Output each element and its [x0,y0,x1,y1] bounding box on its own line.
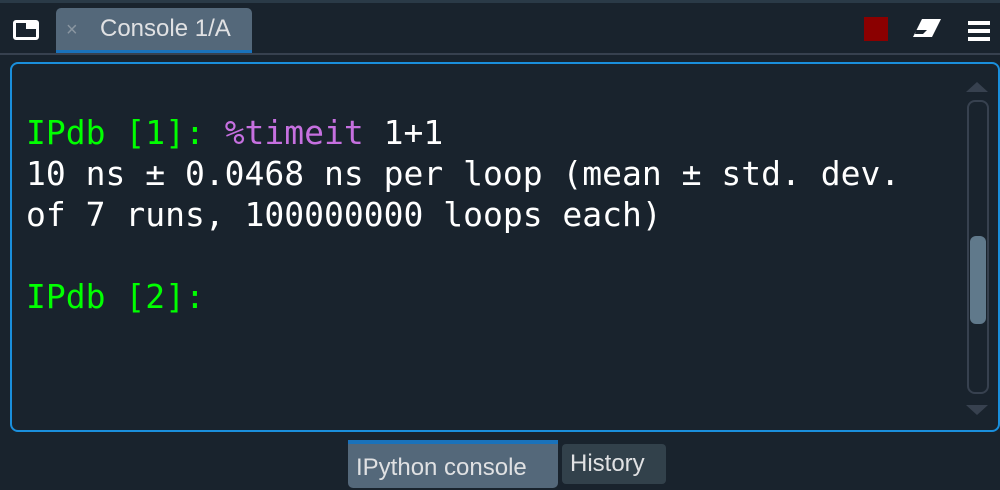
tab-ipython-console[interactable]: IPython console [348,440,558,488]
close-icon[interactable]: × [66,19,78,42]
tab-label: Console 1/A [100,15,231,42]
prompt[interactable]: IPdb [2]: [26,277,205,316]
output-line: 10 ns ± 0.0468 ns per loop (mean ± std. … [26,154,901,193]
output-line: of 7 runs, 100000000 loops each) [26,195,662,234]
window-icon[interactable] [13,20,39,40]
scroll-down-icon[interactable] [966,405,988,415]
scroll-up-icon[interactable] [966,82,988,92]
prompt: IPdb [1]: [26,113,225,152]
tab-console-1a[interactable]: × Console 1/A [56,8,252,54]
eraser-icon[interactable] [910,16,944,40]
console-output[interactable]: IPdb [1]: %timeit 1+1 10 ns ± 0.0468 ns p… [10,62,1000,432]
scrollbar-thumb[interactable] [970,236,986,324]
menu-icon[interactable] [968,21,990,45]
console-text: IPdb [1]: %timeit 1+1 10 ns ± 0.0468 ns p… [26,112,900,317]
console-line: IPdb [2]: [26,276,900,317]
top-border [0,0,1000,3]
stop-icon[interactable] [864,17,888,41]
console-line: IPdb [1]: %timeit 1+1 [26,112,900,153]
magic-command: %timeit [224,113,364,152]
divider [0,53,1000,55]
code: 1+1 [363,113,444,152]
tab-history[interactable]: History [562,444,666,484]
